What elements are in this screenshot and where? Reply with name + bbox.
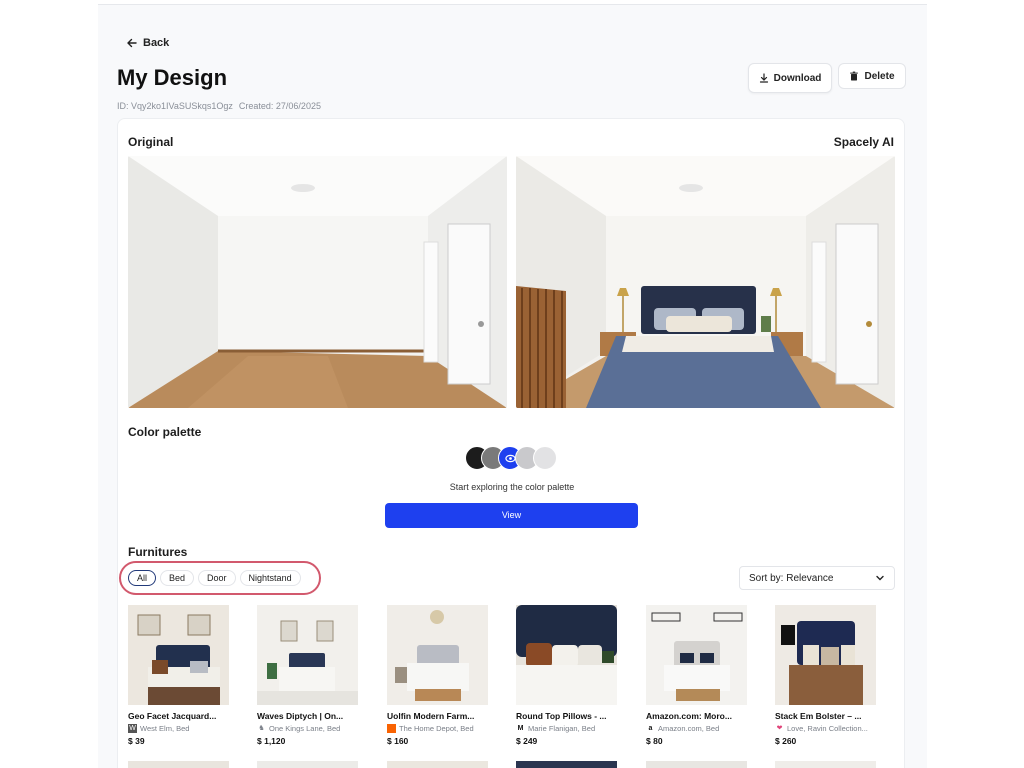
product-thumbnail[interactable]: [516, 605, 617, 705]
product-thumbnail-partial[interactable]: [257, 761, 358, 768]
arrow-left-icon: [127, 38, 137, 48]
sort-label: Sort by: Relevance: [749, 572, 834, 584]
home-depot-icon: [387, 724, 396, 733]
product-source-text: West Elm, Bed: [140, 724, 190, 733]
one-kings-lane-icon: ♞: [258, 725, 265, 732]
product-thumbnail[interactable]: [387, 605, 488, 705]
ai-label: Spacely AI: [833, 135, 894, 149]
product-price: $ 260: [775, 736, 797, 746]
product-thumbnail[interactable]: [775, 605, 876, 705]
filter-bed[interactable]: Bed: [160, 570, 195, 586]
product-thumbnail[interactable]: [646, 605, 747, 705]
product-source-text: Marie Flanigan, Bed: [528, 724, 596, 733]
chevron-down-icon: [876, 575, 884, 581]
product-source-text: Amazon.com, Bed: [658, 724, 720, 733]
bedroom-thumb-3: [387, 605, 488, 705]
design-meta: ID: Vqy2ko1IVaSUSkqs1Ogz Created: 27/06/…: [117, 101, 321, 111]
product-thumbnail-partial[interactable]: [646, 761, 747, 768]
product-source: The Home Depot, Bed: [387, 724, 488, 733]
delete-button[interactable]: Delete: [838, 63, 906, 89]
product-price: $ 1,120: [257, 736, 286, 746]
bedroom-thumb-4: [516, 605, 617, 705]
product-source-text: One Kings Lane, Bed: [269, 724, 341, 733]
trash-icon: [850, 71, 859, 81]
product-card[interactable]: Amazon.com: Moro... a Amazon.com, Bed $ 8…: [646, 605, 747, 746]
view-palette-button[interactable]: View: [385, 503, 638, 528]
design-page: Back My Design ID: Vqy2ko1IVaSUSkqs1Ogz …: [98, 4, 927, 768]
product-name: Round Top Pillows - ...: [516, 711, 607, 721]
product-source: a Amazon.com, Bed: [646, 724, 747, 733]
color-swatches[interactable]: [465, 446, 565, 470]
product-thumbnail[interactable]: [128, 605, 229, 705]
product-card[interactable]: Round Top Pillows - ... M Marie Flanigan,…: [516, 605, 617, 746]
product-source: W West Elm, Bed: [128, 724, 229, 733]
furniture-filter-tabs: All Bed Door Nightstand: [119, 561, 321, 595]
product-name: Geo Facet Jacquard...: [128, 711, 217, 721]
product-thumbnail-partial[interactable]: [128, 761, 229, 768]
product-name: Uolfin Modern Farm...: [387, 711, 475, 721]
product-thumbnail-partial[interactable]: [387, 761, 488, 768]
product-card[interactable]: Stack Em Bolster – ... ❤ Love, Ravin Coll…: [775, 605, 876, 746]
filter-all[interactable]: All: [128, 570, 157, 586]
original-room-image[interactable]: [128, 156, 507, 408]
product-source-text: The Home Depot, Bed: [399, 724, 474, 733]
furnitures-title: Furnitures: [128, 545, 188, 559]
west-elm-icon: W: [128, 724, 137, 733]
bedroom-thumb-6: [775, 605, 876, 705]
product-card[interactable]: Waves Diptych | On... ♞ One Kings Lane, B…: [257, 605, 358, 746]
product-source: M Marie Flanigan, Bed: [516, 724, 617, 733]
design-created: Created: 27/06/2025: [238, 101, 321, 111]
filter-door[interactable]: Door: [198, 570, 236, 586]
amazon-icon: a: [648, 725, 653, 732]
download-button[interactable]: Download: [748, 63, 832, 93]
design-id: ID: Vqy2ko1IVaSUSkqs1Ogz: [117, 101, 233, 111]
page-title: My Design: [117, 65, 228, 90]
product-card[interactable]: Geo Facet Jacquard... W West Elm, Bed $ 3…: [128, 605, 229, 746]
sort-dropdown[interactable]: Sort by: Relevance: [739, 566, 895, 590]
color-swatch[interactable]: [533, 446, 557, 470]
product-card[interactable]: Uolfin Modern Farm... The Home Depot, Be…: [387, 605, 488, 746]
product-price: $ 39: [128, 736, 145, 746]
product-thumbnail-partial[interactable]: [775, 761, 876, 768]
product-source: ♞ One Kings Lane, Bed: [257, 724, 358, 733]
product-source-text: Love, Ravin Collection...: [787, 724, 868, 733]
back-label: Back: [143, 37, 170, 49]
original-label: Original: [128, 135, 174, 149]
empty-room-picture: [128, 156, 507, 408]
product-price: $ 160: [387, 736, 409, 746]
product-name: Stack Em Bolster – ...: [775, 711, 862, 721]
ai-room-image[interactable]: [516, 156, 895, 408]
color-palette-title: Color palette: [128, 425, 202, 439]
bedroom-thumb-2: [257, 605, 358, 705]
delete-label: Delete: [864, 70, 895, 82]
product-price: $ 249: [516, 736, 538, 746]
eye-icon: [504, 454, 516, 462]
design-card: Original Spacely AI Color palette Start …: [117, 118, 905, 768]
download-icon: [759, 73, 768, 83]
product-thumbnail[interactable]: [257, 605, 358, 705]
product-price: $ 80: [646, 736, 663, 746]
marie-flanigan-icon: M: [517, 725, 524, 732]
bedroom-thumb-1: [128, 605, 229, 705]
product-source: ❤ Love, Ravin Collection...: [775, 724, 876, 733]
palette-explore-text: Start exploring the color palette: [449, 482, 575, 492]
bedroom-thumb-5: [646, 605, 747, 705]
furnished-room-picture: [516, 156, 895, 408]
heart-icon: ❤: [776, 725, 783, 732]
download-label: Download: [773, 72, 822, 84]
product-name: Waves Diptych | On...: [257, 711, 344, 721]
product-name: Amazon.com: Moro...: [646, 711, 732, 721]
product-thumbnail-partial[interactable]: [516, 761, 617, 768]
filter-nightstand[interactable]: Nightstand: [239, 570, 301, 586]
back-button[interactable]: Back: [126, 37, 169, 49]
